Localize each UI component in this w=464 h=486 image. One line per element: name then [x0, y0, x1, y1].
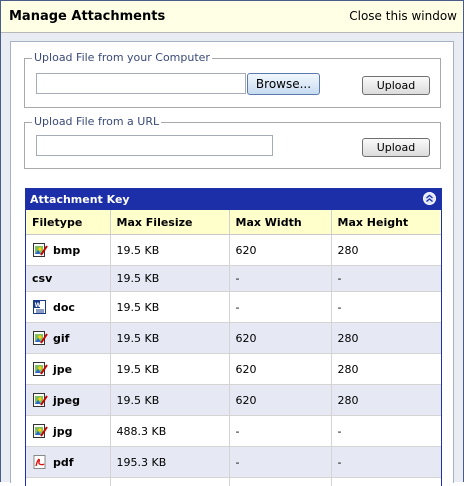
filetype-label: jpe [53, 363, 72, 376]
column-header-max-height: Max Height [331, 210, 441, 235]
attachment-key-panel: Attachment Key Filetype [25, 188, 442, 486]
filetype-cell: Wdoc [26, 292, 110, 323]
filetype-label: jpeg [53, 394, 80, 407]
max-filesize-cell: 19.5 KB [110, 266, 229, 292]
file-path-input[interactable] [36, 73, 246, 94]
dialog-body: Upload File from your Computer Browse...… [1, 33, 463, 482]
max-width-cell: 620 [229, 235, 331, 266]
max-width-cell: - [229, 292, 331, 323]
attachment-key-title: Attachment Key [30, 193, 130, 206]
filetype-label: doc [53, 301, 75, 314]
max-width-cell: - [229, 447, 331, 478]
attachment-key-table: Filetype Max Filesize Max Width Max Heig… [26, 210, 442, 486]
table-row: bmp 19.5 KB620280 [26, 235, 441, 266]
pdf-icon [32, 454, 48, 470]
filetype-label: bmp [53, 244, 80, 257]
max-height-cell: - [331, 266, 441, 292]
filetype-cell: gif [26, 323, 110, 354]
table-row: pdf195.3 KB-- [26, 447, 441, 478]
filetype-label: pdf [53, 456, 74, 469]
max-filesize-cell: 19.5 KB [110, 235, 229, 266]
max-height-cell: - [331, 292, 441, 323]
max-height-cell: 280 [331, 385, 441, 416]
upload-from-url-group: Upload File from a URL Upload [24, 122, 441, 169]
filetype-cell: bmp [26, 235, 110, 266]
max-filesize-cell [110, 478, 229, 486]
image-icon [32, 361, 48, 377]
filetype-label: jpg [53, 425, 73, 438]
table-row: csv19.5 KB-- [26, 266, 441, 292]
column-header-max-filesize: Max Filesize [110, 210, 229, 235]
max-height-cell: 280 [331, 354, 441, 385]
filetype-cell: jpg [26, 416, 110, 447]
filetype-cell: pdf [26, 447, 110, 478]
upload-from-url-legend: Upload File from a URL [32, 115, 161, 128]
column-header-max-width: Max Width [229, 210, 331, 235]
word-icon: W [32, 299, 48, 315]
url-input[interactable] [36, 135, 273, 156]
image-icon [32, 423, 48, 439]
attachments-panel: Upload File from your Computer Browse...… [10, 41, 454, 483]
attachment-key-header: Attachment Key [26, 189, 441, 210]
collapse-icon[interactable] [423, 192, 436, 205]
table-row: jpe 19.5 KB620280 [26, 354, 441, 385]
upload-from-computer-group: Upload File from your Computer Browse...… [24, 58, 441, 108]
max-width-cell: - [229, 266, 331, 292]
max-filesize-cell: 195.3 KB [110, 447, 229, 478]
max-height-cell [331, 478, 441, 486]
filetype-cell: jpeg [26, 385, 110, 416]
manage-attachments-window: Manage Attachments Close this window Upl… [0, 0, 464, 482]
image-icon [32, 392, 48, 408]
upload-file-button[interactable]: Upload [362, 76, 430, 95]
max-width-cell: 620 [229, 354, 331, 385]
table-row: jpg488.3 KB-- [26, 416, 441, 447]
upload-from-computer-legend: Upload File from your Computer [32, 51, 212, 64]
max-height-cell: - [331, 416, 441, 447]
table-row: gif 19.5 KB620280 [26, 323, 441, 354]
filetype-cell [26, 478, 110, 486]
max-filesize-cell: 19.5 KB [110, 354, 229, 385]
max-filesize-cell: 488.3 KB [110, 416, 229, 447]
upload-url-button[interactable]: Upload [362, 138, 430, 157]
max-width-cell: - [229, 416, 331, 447]
max-width-cell: 620 [229, 323, 331, 354]
window-title: Manage Attachments [9, 9, 165, 24]
max-filesize-cell: 19.5 KB [110, 323, 229, 354]
table-row [26, 478, 441, 486]
max-width-cell [229, 478, 331, 486]
max-height-cell: - [331, 447, 441, 478]
max-filesize-cell: 19.5 KB [110, 385, 229, 416]
image-icon [32, 330, 48, 346]
filetype-label: csv [32, 272, 52, 285]
filetype-cell: jpe [26, 354, 110, 385]
close-window-link[interactable]: Close this window [349, 9, 457, 23]
max-width-cell: 620 [229, 385, 331, 416]
title-bar: Manage Attachments Close this window [1, 1, 463, 33]
svg-text:W: W [35, 302, 42, 309]
filetype-label: gif [53, 332, 69, 345]
max-filesize-cell: 19.5 KB [110, 292, 229, 323]
table-row: jpeg 19.5 KB620280 [26, 385, 441, 416]
table-row: Wdoc19.5 KB-- [26, 292, 441, 323]
column-header-filetype: Filetype [26, 210, 110, 235]
table-header-row: Filetype Max Filesize Max Width Max Heig… [26, 210, 441, 235]
max-height-cell: 280 [331, 323, 441, 354]
browse-button[interactable]: Browse... [247, 73, 320, 95]
image-icon [32, 242, 48, 258]
max-height-cell: 280 [331, 235, 441, 266]
filetype-cell: csv [26, 266, 110, 292]
